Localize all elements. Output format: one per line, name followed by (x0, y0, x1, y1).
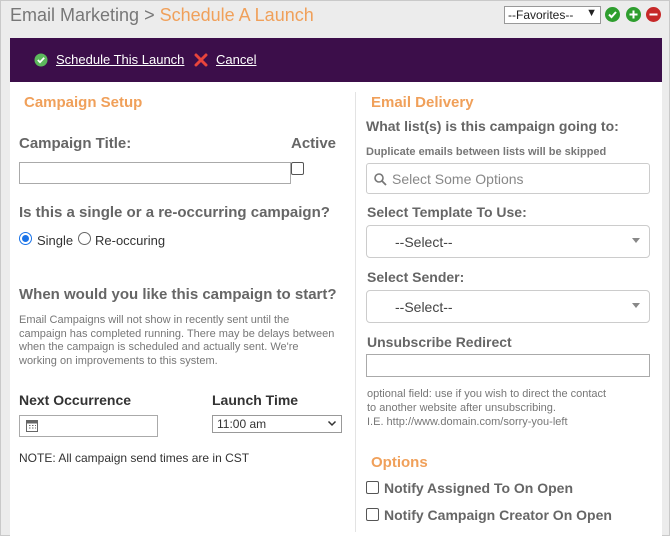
notify-assigned-checkbox[interactable] (366, 481, 379, 494)
search-icon (374, 173, 387, 191)
remove-icon[interactable] (646, 7, 661, 22)
notify-assigned-label: Notify Assigned To On Open (384, 480, 573, 496)
column-divider (355, 92, 356, 532)
template-select[interactable]: --Select-- (366, 225, 650, 258)
favorites-select-value: --Favorites-- (508, 8, 574, 22)
reoccurring-label: Re-occuring (95, 233, 166, 248)
reoccurring-radio[interactable] (78, 232, 91, 245)
close-icon (194, 53, 208, 67)
calendar-icon[interactable] (26, 419, 38, 437)
check-icon[interactable] (605, 7, 620, 22)
campaign-setup-heading: Campaign Setup (24, 94, 143, 111)
breadcrumb-separator: > (144, 5, 155, 25)
cancel-button[interactable]: Cancel (216, 52, 256, 67)
launch-time-label: Launch Time (212, 392, 299, 408)
sender-label: Select Sender: (367, 269, 465, 285)
chevron-down-icon: ▼ (586, 7, 597, 19)
notify-creator-label: Notify Campaign Creator On Open (384, 507, 612, 523)
add-icon[interactable] (626, 7, 641, 22)
single-radio[interactable] (19, 232, 32, 245)
favorites-select[interactable]: --Favorites-- ▼ (504, 6, 601, 24)
template-label: Select Template To Use: (367, 204, 527, 220)
next-occurrence-input[interactable] (19, 415, 158, 437)
duplicates-note: Duplicate emails between lists will be s… (366, 146, 607, 158)
email-delivery-heading: Email Delivery (371, 94, 474, 111)
unsubscribe-help-1: optional field: use if you wish to direc… (367, 388, 607, 400)
launch-time-value: 11:00 am (217, 417, 267, 431)
lists-placeholder: Select Some Options (392, 171, 524, 187)
sender-select[interactable]: --Select-- (366, 290, 650, 323)
unsubscribe-help-2: to another website after unsubscribing. (367, 402, 556, 414)
page-title: Schedule A Launch (159, 5, 314, 25)
launch-time-select[interactable]: 11:00 am (212, 415, 342, 433)
next-occurrence-label: Next Occurrence (19, 392, 132, 408)
window: Email Marketing > Schedule A Launch --Fa… (0, 0, 670, 536)
chevron-down-icon (327, 417, 337, 432)
unsubscribe-label: Unsubscribe Redirect (367, 334, 512, 350)
start-question: When would you like this campaign to sta… (19, 286, 337, 303)
sender-select-value: --Select-- (395, 299, 453, 315)
unsubscribe-help-3: I.E. http://www.domain.com/sorry-you-lef… (367, 416, 568, 428)
active-label: Active (291, 135, 337, 152)
schedule-launch-button[interactable]: Schedule This Launch (56, 52, 184, 67)
lists-question: What list(s) is this campaign going to: (366, 118, 619, 134)
notify-creator-checkbox[interactable] (366, 508, 379, 521)
timezone-note: NOTE: All campaign send times are in CST (19, 451, 250, 465)
template-select-value: --Select-- (395, 234, 453, 250)
lists-multiselect[interactable]: Select Some Options (366, 163, 650, 194)
unsubscribe-input[interactable] (366, 354, 650, 377)
breadcrumb: Email Marketing > Schedule A Launch (10, 5, 314, 26)
campaign-title-label: Campaign Title: (19, 135, 132, 152)
campaign-title-input[interactable] (19, 162, 291, 184)
check-circle-icon (34, 53, 48, 67)
breadcrumb-parent[interactable]: Email Marketing (10, 5, 139, 25)
start-help-text: Email Campaigns will not show in recentl… (19, 314, 335, 367)
active-checkbox[interactable] (291, 162, 304, 175)
single-label: Single (37, 233, 74, 248)
caret-down-icon (632, 238, 640, 243)
caret-down-icon (632, 303, 640, 308)
recurrence-question: Is this a single or a re-occurring campa… (19, 204, 330, 221)
options-heading: Options (371, 454, 428, 471)
action-bar: Schedule This Launch Cancel (10, 38, 662, 82)
